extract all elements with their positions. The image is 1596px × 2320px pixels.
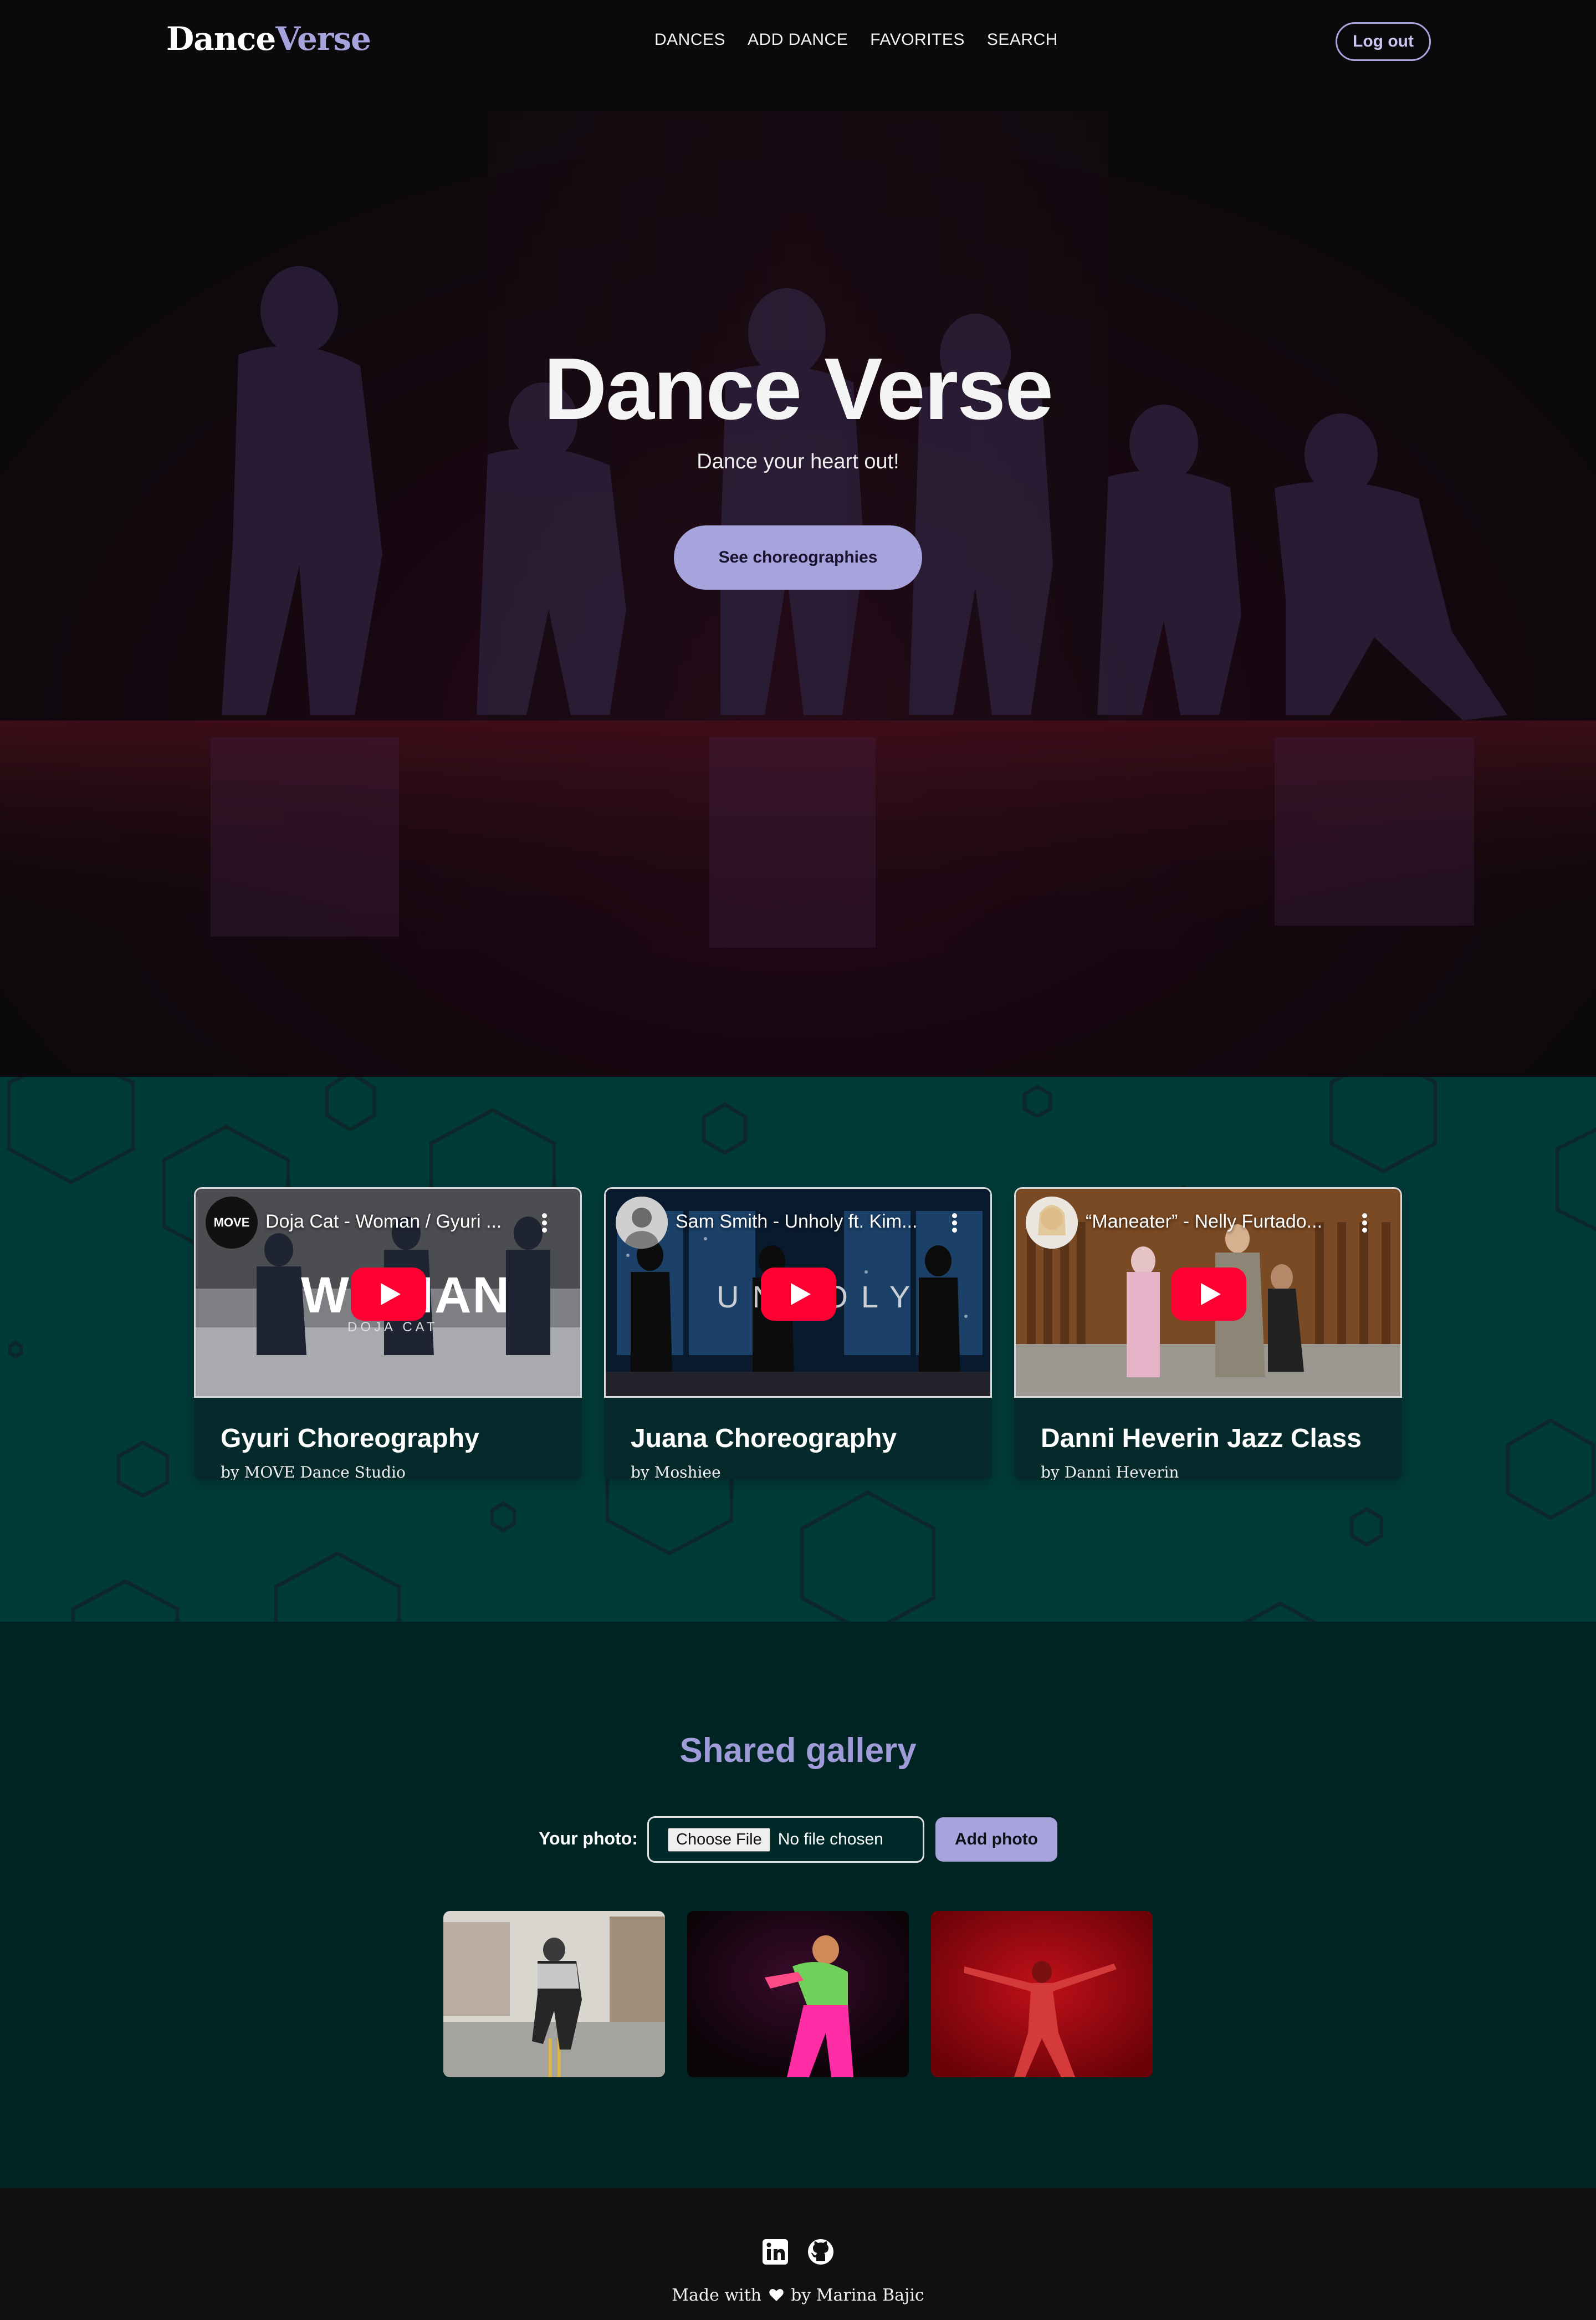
gallery-photo-image [687,1911,909,2077]
gallery-photo-image [443,1911,665,2077]
heart-icon [769,2289,784,2301]
gallery-title: Shared gallery [679,1731,917,1770]
photo-label: Your photo: [539,1828,638,1848]
youtube-play-icon[interactable] [351,1268,426,1321]
made-suffix: by Marina Bajic [791,2286,924,2305]
video-embed[interactable]: “Maneater” - Nelly Furtado... [1014,1187,1402,1398]
channel-avatar[interactable] [1026,1197,1078,1249]
video-embed[interactable]: WOMAN DOJA CAT MOVE Doja Cat - Woman / G… [194,1187,582,1398]
video-title[interactable]: Sam Smith - Unholy ft. Kim... [676,1211,917,1233]
hero-title: Dance Verse [544,340,1053,438]
choose-file-button[interactable]: Choose File [668,1827,770,1852]
nav-item-search[interactable]: SEARCH [987,30,1058,49]
made-prefix: Made with [672,2286,762,2305]
channel-avatar[interactable] [616,1197,668,1249]
video-embed[interactable]: UNHOLY Sam Smith - Unholy ft. Kim... [604,1187,992,1398]
card-author: by Moshiee [631,1463,721,1480]
kebab-menu-icon[interactable] [540,1211,548,1239]
github-icon[interactable] [807,2238,835,2266]
card-title[interactable]: Gyuri Choreography [221,1423,479,1454]
dance-card[interactable]: UNHOLY Sam Smith - Unholy ft. Kim... Jua… [604,1187,992,1480]
dances-section: WOMAN DOJA CAT MOVE Doja Cat - Woman / G… [0,1077,1596,1622]
see-choreographies-button[interactable]: See choreographies [674,525,922,590]
file-status: No file chosen [777,1830,883,1848]
gallery-section: Shared gallery Your photo: Choose File N… [0,1622,1596,2188]
add-photo-button[interactable]: Add photo [935,1817,1057,1862]
hero-section: Dance Verse Dance your heart out! See ch… [0,0,1596,1077]
nav-links: DANCES ADD DANCE FAVORITES SEARCH [654,30,1058,49]
youtube-play-icon[interactable] [1171,1268,1246,1321]
card-author: by Danni Heverin [1041,1463,1179,1480]
channel-avatar[interactable]: MOVE [206,1197,258,1249]
video-title[interactable]: Doja Cat - Woman / Gyuri ... [265,1211,502,1233]
gallery-photo[interactable] [443,1911,665,2077]
nav-item-dances[interactable]: DANCES [654,30,725,49]
gallery-photo-image [931,1911,1153,2077]
channel-avatar-image [1026,1197,1078,1249]
made-with-text: Made with by Marina Bajic [0,2286,1596,2305]
card-title[interactable]: Juana Choreography [631,1423,897,1454]
channel-name: MOVE [213,1215,250,1229]
brand-part-dance: Dance [166,20,276,58]
photo-file-input[interactable]: Choose File No file chosen [647,1816,924,1863]
footer: Made with by Marina Bajic [0,2188,1596,2320]
gallery-photo[interactable] [687,1911,909,2077]
card-author: by MOVE Dance Studio [221,1463,406,1480]
video-overlay-subtext: DOJA CAT [347,1320,438,1335]
gallery-photo[interactable] [931,1911,1153,2077]
nav-item-favorites[interactable]: FAVORITES [870,30,965,49]
dance-card[interactable]: WOMAN DOJA CAT MOVE Doja Cat - Woman / G… [194,1187,582,1480]
channel-avatar-image [616,1197,668,1249]
logout-button[interactable]: Log out [1336,22,1431,61]
navbar: DanceVerse DANCES ADD DANCE FAVORITES SE… [0,0,1596,84]
video-title[interactable]: “Maneater” - Nelly Furtado... [1086,1211,1322,1233]
brand-part-verse: Verse [275,20,371,58]
card-title[interactable]: Danni Heverin Jazz Class [1041,1423,1362,1454]
nav-item-add-dance[interactable]: ADD DANCE [748,30,848,49]
hero-subtitle: Dance your heart out! [697,450,899,473]
dance-card[interactable]: “Maneater” - Nelly Furtado... Danni Heve… [1014,1187,1402,1480]
kebab-menu-icon[interactable] [1360,1211,1368,1239]
linkedin-icon[interactable] [761,2238,789,2266]
youtube-play-icon[interactable] [761,1268,836,1321]
kebab-menu-icon[interactable] [950,1211,958,1239]
brand-logo[interactable]: DanceVerse [166,20,371,58]
